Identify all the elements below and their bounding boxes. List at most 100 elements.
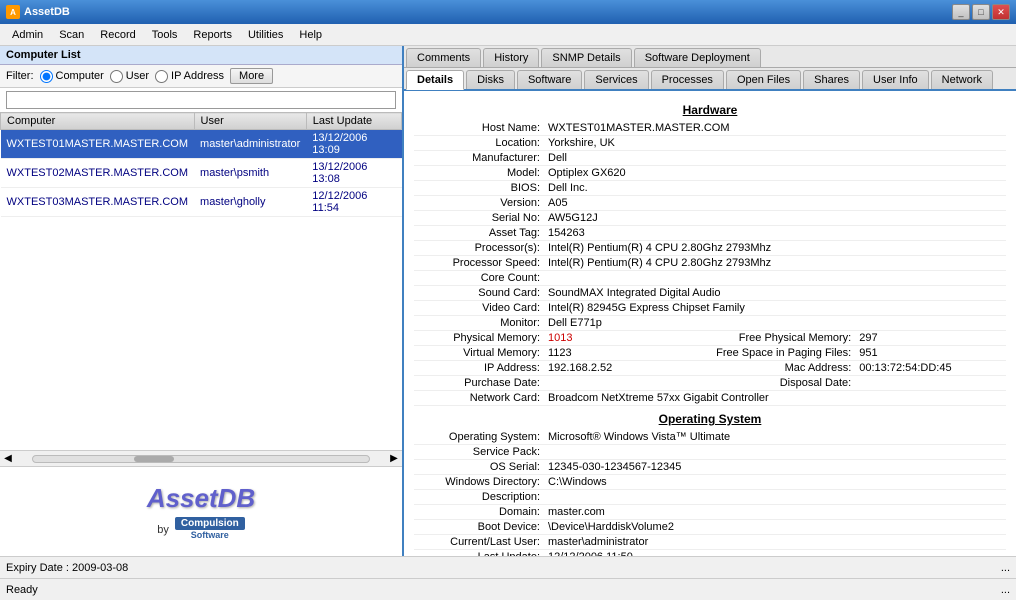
col-last-update[interactable]: Last Update	[306, 113, 401, 130]
ip-label: IP Address:	[414, 361, 544, 376]
logo-area: AssetDB by Compulsion Software	[0, 466, 402, 556]
status-bar: Ready ...	[0, 578, 1016, 600]
search-input[interactable]	[6, 91, 396, 109]
os-label: Operating System:	[414, 430, 544, 445]
tab-history[interactable]: History	[483, 48, 539, 67]
menu-bar: Admin Scan Record Tools Reports Utilitie…	[0, 24, 1016, 46]
network-card-value: Broadcom NetXtreme 57xx Gigabit Controll…	[544, 391, 1006, 406]
tab-disks[interactable]: Disks	[466, 70, 515, 89]
table-scrollbar: ◀ ▶	[0, 450, 402, 466]
col-user[interactable]: User	[194, 113, 306, 130]
hardware-table: Host Name: WXTEST01MASTER.MASTER.COM Loc…	[414, 121, 1006, 406]
computer-cell: WXTEST03MASTER.MASTER.COM	[1, 188, 195, 217]
table-row[interactable]: WXTEST01MASTER.MASTER.COM master\adminis…	[1, 130, 402, 159]
curr-user-label: Current/Last User:	[414, 535, 544, 550]
computer-list-header: Computer List	[0, 46, 402, 65]
proc-speed-value: Intel(R) Pentium(R) 4 CPU 2.80Ghz 2793Mh…	[544, 256, 1006, 271]
table-row: Description:	[414, 490, 1006, 505]
processors-value: Intel(R) Pentium(R) 4 CPU 2.80Ghz 2793Mh…	[544, 241, 1006, 256]
processors-label: Processor(s):	[414, 241, 544, 256]
last-update-label: Last Update:	[414, 550, 544, 557]
table-row[interactable]: WXTEST03MASTER.MASTER.COM master\gholly …	[1, 188, 402, 217]
virt-mem-value: 1123	[544, 346, 616, 361]
status-label: Ready	[6, 584, 38, 596]
menu-admin[interactable]: Admin	[4, 27, 51, 43]
filter-label: Filter:	[6, 70, 34, 82]
free-phys-mem-label: Free Physical Memory:	[616, 331, 855, 346]
tab-software[interactable]: Software	[517, 70, 582, 89]
menu-tools[interactable]: Tools	[144, 27, 186, 43]
minimize-button[interactable]: _	[952, 4, 970, 20]
tab-user-info[interactable]: User Info	[862, 70, 929, 89]
maximize-button[interactable]: □	[972, 4, 990, 20]
virt-mem-label: Virtual Memory:	[414, 346, 544, 361]
table-row: Purchase Date: Disposal Date:	[414, 376, 1006, 391]
more-button[interactable]: More	[230, 68, 273, 84]
table-row: Core Count:	[414, 271, 1006, 286]
tab-comments[interactable]: Comments	[406, 48, 481, 67]
update-cell: 13/12/2006 13:09	[306, 130, 401, 159]
app-icon: A	[6, 5, 20, 19]
col-computer[interactable]: Computer	[1, 113, 195, 130]
table-row: Version: A05	[414, 196, 1006, 211]
menu-help[interactable]: Help	[291, 27, 330, 43]
filter-computer-radio[interactable]: Computer	[40, 70, 104, 83]
proc-speed-label: Processor Speed:	[414, 256, 544, 271]
update-cell: 12/12/2006 11:54	[306, 188, 401, 217]
manufacturer-label: Manufacturer:	[414, 151, 544, 166]
menu-reports[interactable]: Reports	[185, 27, 240, 43]
curr-user-value: master\administrator	[544, 535, 1006, 550]
expiry-label: Expiry Date : 2009-03-08	[6, 562, 128, 574]
purchase-value	[544, 376, 616, 391]
boot-value: \Device\HarddiskVolume2	[544, 520, 1006, 535]
table-row: Domain: master.com	[414, 505, 1006, 520]
serial-value: AW5G12J	[544, 211, 1006, 226]
computer-cell: WXTEST02MASTER.MASTER.COM	[1, 159, 195, 188]
table-row: Physical Memory: 1013 Free Physical Memo…	[414, 331, 1006, 346]
tabs-row2: Details Disks Software Services Processe…	[404, 68, 1016, 91]
menu-utilities[interactable]: Utilities	[240, 27, 291, 43]
scroll-thumb[interactable]	[134, 456, 174, 462]
table-row: Asset Tag: 154263	[414, 226, 1006, 241]
title-bar: A AssetDB _ □ ✕	[0, 0, 1016, 24]
location-value: Yorkshire, UK	[544, 136, 1006, 151]
table-row: Service Pack:	[414, 445, 1006, 460]
close-button[interactable]: ✕	[992, 4, 1010, 20]
table-row: Serial No: AW5G12J	[414, 211, 1006, 226]
free-paging-label: Free Space in Paging Files:	[616, 346, 855, 361]
logo-assetdb: AssetDB	[147, 483, 255, 514]
bios-value: Dell Inc.	[544, 181, 1006, 196]
filter-ip-radio[interactable]: IP Address	[155, 70, 224, 83]
tab-processes[interactable]: Processes	[651, 70, 724, 89]
update-cell: 13/12/2006 13:08	[306, 159, 401, 188]
table-row[interactable]: WXTEST02MASTER.MASTER.COM master\psmith …	[1, 159, 402, 188]
logo-compulsion: Compulsion	[175, 517, 245, 530]
core-count-value	[544, 271, 1006, 286]
scroll-right[interactable]: ▶	[386, 453, 402, 464]
tab-details[interactable]: Details	[406, 70, 464, 90]
asset-tag-value: 154263	[544, 226, 1006, 241]
tab-shares[interactable]: Shares	[803, 70, 860, 89]
tab-snmp[interactable]: SNMP Details	[541, 48, 631, 67]
filter-user-radio[interactable]: User	[110, 70, 149, 83]
tab-open-files[interactable]: Open Files	[726, 70, 801, 89]
boot-label: Boot Device:	[414, 520, 544, 535]
menu-scan[interactable]: Scan	[51, 27, 92, 43]
phys-mem-value: 1013	[544, 331, 616, 346]
mac-label: Mac Address:	[616, 361, 855, 376]
table-row: BIOS: Dell Inc.	[414, 181, 1006, 196]
os-value: Microsoft® Windows Vista™ Ultimate	[544, 430, 1006, 445]
content-area: Hardware Host Name: WXTEST01MASTER.MASTE…	[404, 91, 1016, 556]
table-row: Last Update: 12/12/2006 11:50	[414, 550, 1006, 557]
tab-services[interactable]: Services	[584, 70, 648, 89]
video-card-label: Video Card:	[414, 301, 544, 316]
scroll-left[interactable]: ◀	[0, 453, 16, 464]
tab-software-deployment[interactable]: Software Deployment	[634, 48, 761, 67]
scroll-track	[32, 455, 370, 463]
sp-label: Service Pack:	[414, 445, 544, 460]
domain-label: Domain:	[414, 505, 544, 520]
win-dir-value: C:\Windows	[544, 475, 1006, 490]
os-table: Operating System: Microsoft® Windows Vis…	[414, 430, 1006, 556]
tab-network[interactable]: Network	[931, 70, 993, 89]
menu-record[interactable]: Record	[92, 27, 143, 43]
